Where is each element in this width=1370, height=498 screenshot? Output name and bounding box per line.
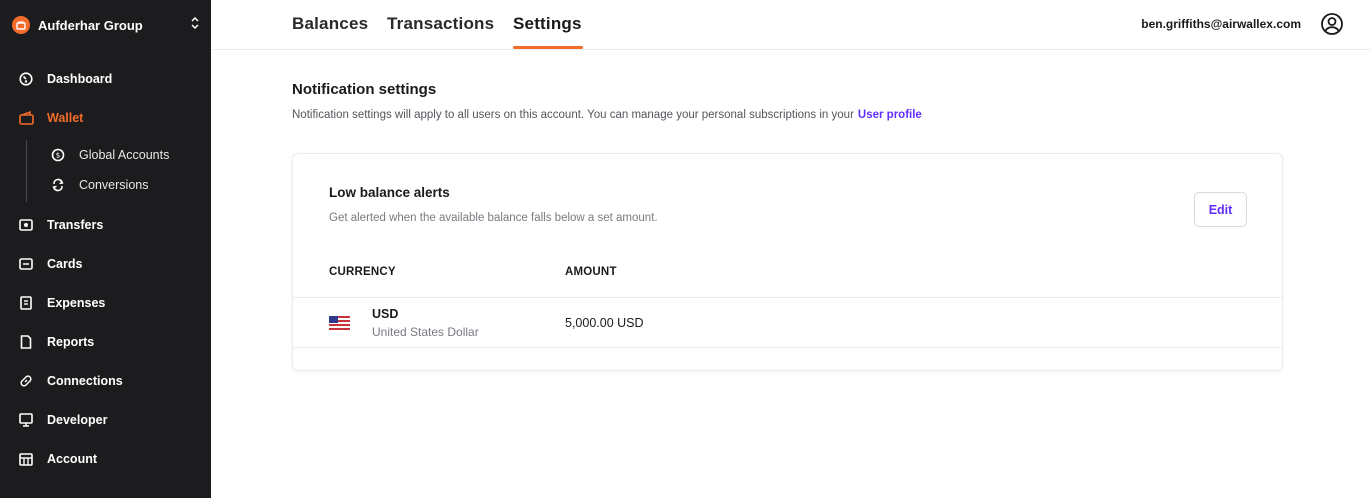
org-switcher[interactable]: Aufderhar Group <box>12 14 200 36</box>
wallet-icon <box>18 110 34 126</box>
sidebar-item-label: Connections <box>47 374 123 388</box>
user-email: ben.griffiths@airwallex.com <box>1141 17 1301 31</box>
org-logo-icon <box>12 16 30 34</box>
global-accounts-icon: $ <box>50 147 66 163</box>
user-profile-icon[interactable] <box>1320 12 1344 36</box>
sidebar-item-wallet[interactable]: Wallet <box>0 103 211 133</box>
sidebar-item-expenses[interactable]: Expenses <box>0 288 211 318</box>
sidebar-item-global-accounts[interactable]: $ Global Accounts <box>0 142 211 168</box>
sidebar-item-conversions[interactable]: Conversions <box>0 172 211 198</box>
sidebar-item-label: Transfers <box>47 218 104 232</box>
developer-icon <box>18 412 34 428</box>
expenses-icon <box>18 295 34 311</box>
sidebar-item-label: Developer <box>47 413 108 427</box>
edit-button[interactable]: Edit <box>1194 192 1247 227</box>
page-description-text: Notification settings will apply to all … <box>292 109 854 121</box>
sidebar-subitem-label: Conversions <box>79 178 149 192</box>
sidebar: Aufderhar Group Dashboard Wallet Transfe… <box>0 0 211 498</box>
org-name: Aufderhar Group <box>38 17 143 33</box>
active-tab-indicator <box>513 46 583 49</box>
us-flag-icon <box>329 316 350 330</box>
sidebar-item-dashboard[interactable]: Dashboard <box>0 64 211 94</box>
cards-icon <box>18 256 34 272</box>
transfers-icon <box>18 217 34 233</box>
alert-amount: 5,000.00 USD <box>565 316 644 330</box>
sidebar-item-transfers[interactable]: Transfers <box>0 210 211 240</box>
column-header-currency: CURRENCY <box>329 266 396 278</box>
card-title: Low balance alerts <box>329 185 450 200</box>
tab-settings[interactable]: Settings <box>513 14 582 34</box>
column-header-amount: AMOUNT <box>565 266 617 278</box>
sidebar-item-account[interactable]: Account <box>0 444 211 474</box>
page-title: Notification settings <box>292 81 437 98</box>
low-balance-alerts-card: Low balance alerts Get alerted when the … <box>292 153 1283 371</box>
sidebar-item-connections[interactable]: Connections <box>0 366 211 396</box>
sidebar-item-label: Dashboard <box>47 72 113 86</box>
sidebar-subitem-label: Global Accounts <box>79 148 170 162</box>
sidebar-item-cards[interactable]: Cards <box>0 249 211 279</box>
sidebar-item-label: Expenses <box>47 296 106 310</box>
currency-name: United States Dollar <box>372 325 479 339</box>
tab-balances[interactable]: Balances <box>292 14 368 34</box>
page-description: Notification settings will apply to all … <box>292 109 922 121</box>
reports-icon <box>18 334 34 350</box>
chevron-updown-icon[interactable] <box>190 16 200 35</box>
sidebar-item-label: Account <box>47 452 97 466</box>
svg-text:$: $ <box>56 152 60 160</box>
sidebar-item-label: Reports <box>47 335 95 349</box>
conversions-icon <box>50 177 66 193</box>
user-profile-link[interactable]: User profile <box>858 109 922 121</box>
currency-code: USD <box>372 307 399 321</box>
tab-transactions[interactable]: Transactions <box>387 14 494 34</box>
sidebar-item-label: Cards <box>47 257 83 271</box>
account-icon <box>18 451 34 467</box>
dashboard-icon <box>18 71 34 87</box>
top-bar: Balances Transactions Settings ben.griff… <box>211 0 1370 50</box>
card-description: Get alerted when the available balance f… <box>329 212 658 224</box>
connections-icon <box>18 373 34 389</box>
table-row: USD United States Dollar 5,000.00 USD <box>293 297 1282 348</box>
sidebar-item-label: Wallet <box>47 111 84 125</box>
sidebar-item-developer[interactable]: Developer <box>0 405 211 435</box>
sidebar-item-reports[interactable]: Reports <box>0 327 211 357</box>
